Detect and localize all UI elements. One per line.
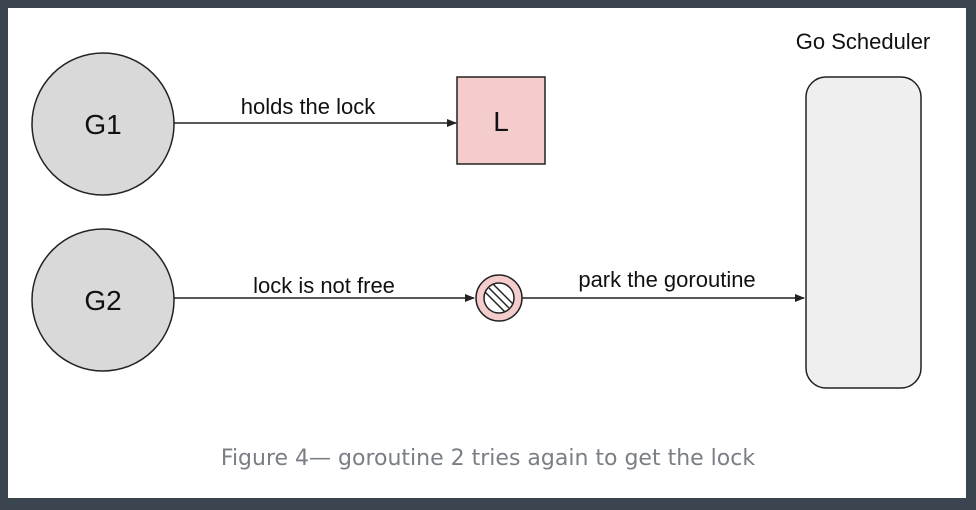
g1-label: G1 (84, 109, 121, 140)
lock-node: L (456, 76, 546, 165)
edge-g2-to-blocked: lock is not free (174, 273, 475, 302)
edge-blocked-to-scheduler-label: park the goroutine (578, 267, 755, 292)
scheduler-title: Go Scheduler (796, 29, 931, 54)
diagram: G1 holds the lock L G2 lock is not free (31, 29, 931, 389)
goroutine-g1-node: G1 (31, 52, 175, 196)
scheduler-box (805, 76, 922, 389)
goroutine-g2-node: G2 (31, 228, 175, 372)
edge-blocked-to-scheduler: park the goroutine (522, 267, 805, 302)
g2-label: G2 (84, 285, 121, 316)
page: G1 holds the lock L G2 lock is not free (0, 0, 976, 510)
no-entry-icon (475, 274, 523, 322)
edge-g2-to-blocked-label: lock is not free (253, 273, 395, 298)
scheduler-node: Go Scheduler (796, 29, 931, 389)
figure-caption: Figure 4— goroutine 2 tries again to get… (220, 446, 756, 471)
lock-label: L (493, 106, 509, 137)
edge-g1-to-lock-label: holds the lock (241, 94, 377, 119)
edge-g1-to-lock: holds the lock (174, 94, 457, 127)
